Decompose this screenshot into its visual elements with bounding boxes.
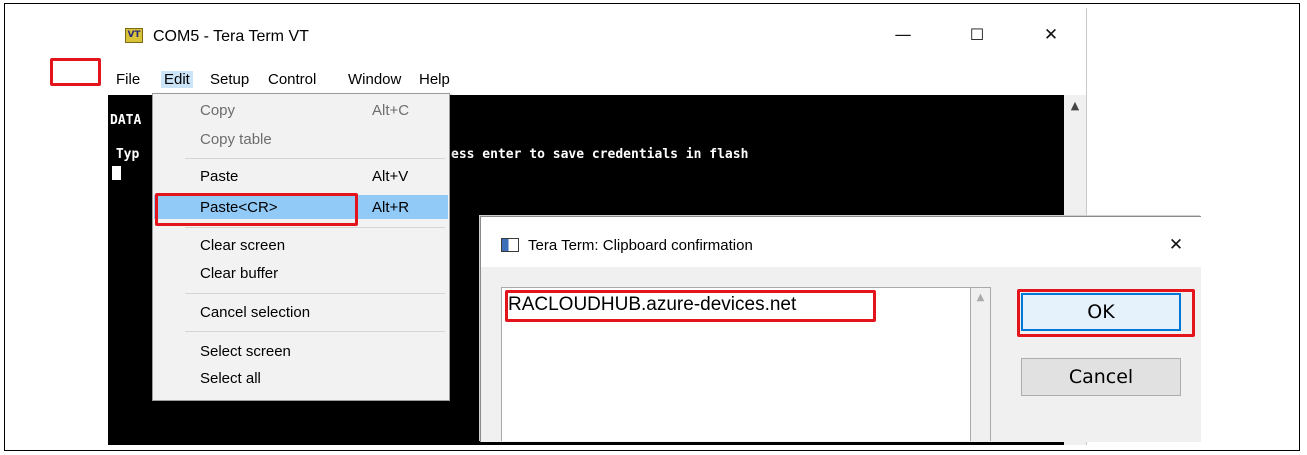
clipboard-text-highlight-box	[505, 290, 876, 322]
menu-edit[interactable]: Edit	[161, 71, 193, 88]
terminal-cursor	[112, 166, 121, 180]
menu-item-label: Copy table	[200, 131, 272, 148]
dialog-title: Tera Term: Clipboard confirmation	[528, 237, 753, 254]
menu-setup[interactable]: Setup	[210, 71, 249, 88]
terminal-line-prompt: ess enter to save credentials in flash	[451, 147, 749, 162]
menu-item-label: Copy	[200, 102, 236, 119]
menu-item-label: Select all	[200, 370, 261, 387]
menu-item-clear-buffer[interactable]: Clear buffer	[154, 261, 448, 285]
dialog-close-button[interactable]: ✕	[1163, 232, 1189, 258]
minimize-button[interactable]: —	[888, 22, 918, 48]
ok-button-highlight-box	[1017, 289, 1195, 337]
terminal-line-type-prefix: Typ	[108, 147, 140, 162]
menu-item-paste[interactable]: Paste Alt+V	[154, 164, 448, 188]
menu-window[interactable]: Window	[348, 71, 401, 88]
menu-item-cancel-selection[interactable]: Cancel selection	[154, 300, 448, 324]
clipboard-text-scrollbar[interactable]: ▲	[971, 287, 991, 441]
menu-item-select-screen[interactable]: Select screen	[154, 339, 448, 363]
terminal-line-data: DATA	[110, 113, 142, 128]
edit-menu-highlight-box	[50, 58, 101, 86]
menu-item-label: Select screen	[200, 343, 291, 360]
cancel-button[interactable]: Cancel	[1021, 358, 1181, 396]
window-title: COM5 - Tera Term VT	[153, 28, 309, 45]
title-bar: VT COM5 - Tera Term VT — ☐ ✕	[108, 8, 1086, 58]
scroll-up-arrow-icon[interactable]: ▲	[1064, 97, 1086, 115]
menu-item-copy-table[interactable]: Copy table	[154, 127, 448, 151]
menu-item-select-all[interactable]: Select all	[154, 366, 448, 390]
menu-item-label: Cancel selection	[200, 304, 311, 321]
menu-file[interactable]: File	[116, 71, 140, 88]
edit-dropdown-menu: Copy Alt+C Copy table Paste Alt+V Paste<…	[152, 93, 450, 401]
menu-separator	[185, 158, 445, 159]
menu-item-shortcut: Alt+R	[372, 199, 410, 216]
menu-item-copy[interactable]: Copy Alt+C	[154, 98, 448, 122]
maximize-button[interactable]: ☐	[962, 22, 992, 48]
menu-separator	[185, 293, 445, 294]
teraterm-app-icon: VT	[125, 28, 143, 43]
menu-item-clear-screen[interactable]: Clear screen	[154, 233, 448, 257]
teraterm-dialog-icon	[501, 238, 519, 252]
menu-control[interactable]: Control	[268, 71, 316, 88]
menu-item-label: Paste	[200, 168, 239, 185]
menu-help[interactable]: Help	[419, 71, 450, 88]
scroll-up-arrow-icon[interactable]: ▲	[971, 290, 990, 306]
menu-bar: File Edit Setup Control Window Help	[108, 68, 1086, 92]
menu-separator	[185, 227, 445, 228]
menu-separator	[185, 331, 445, 332]
menu-item-label: Clear screen	[200, 237, 286, 254]
dialog-title-bar: Tera Term: Clipboard confirmation ✕	[481, 217, 1201, 267]
close-button[interactable]: ✕	[1036, 22, 1066, 48]
menu-item-shortcut: Alt+C	[372, 102, 410, 119]
paste-cr-highlight-box	[155, 193, 358, 226]
menu-item-shortcut: Alt+V	[372, 168, 409, 185]
menu-item-label: Clear buffer	[200, 265, 279, 282]
